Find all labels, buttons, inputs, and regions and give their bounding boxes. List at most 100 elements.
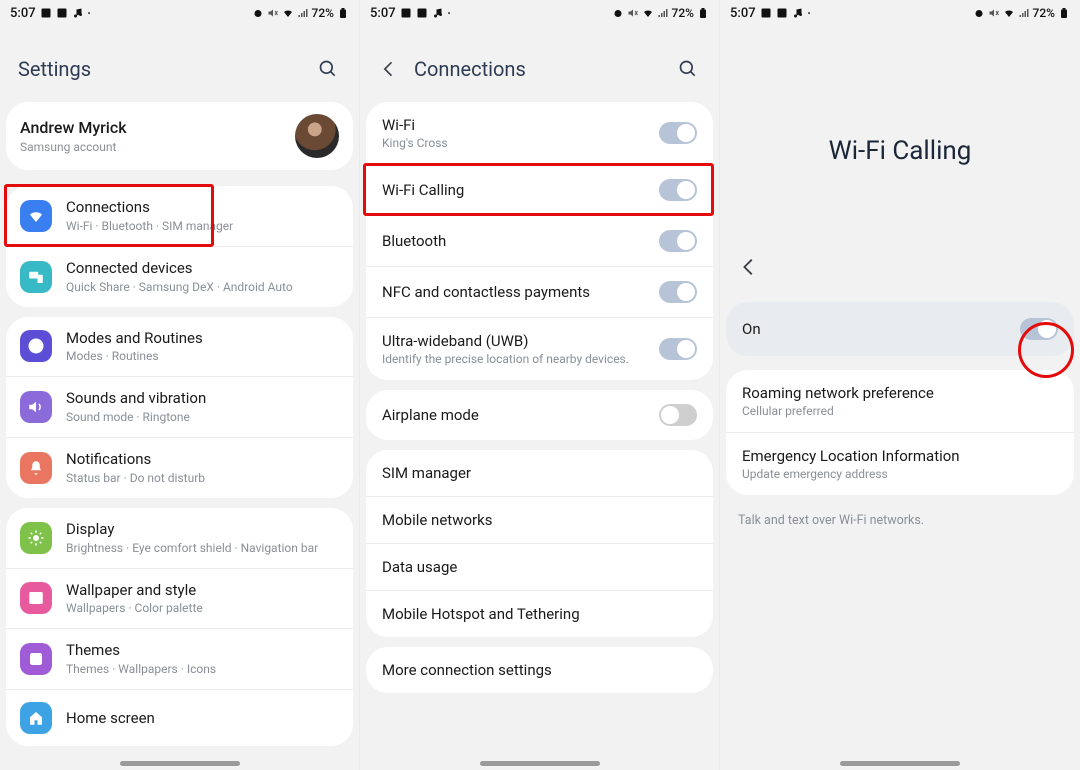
row-label: Ultra-wideband (UWB): [382, 332, 649, 350]
status-bar: 5:07 • 72%: [360, 0, 719, 26]
status-time: 5:07: [370, 6, 396, 21]
conn-row-sim[interactable]: SIM manager: [366, 450, 713, 497]
signal-icon: [657, 7, 669, 19]
music-icon: [72, 7, 84, 19]
gesture-handle[interactable]: [840, 761, 960, 766]
row-label: Home screen: [66, 709, 339, 728]
row-label: NFC and contactless payments: [382, 283, 649, 301]
bell-icon: [20, 452, 52, 484]
status-battery: 72%: [672, 6, 694, 20]
sound-icon: [20, 391, 52, 423]
settings-row-modes[interactable]: Modes and RoutinesModes · Routines: [6, 317, 353, 378]
toggle-wificall[interactable]: [659, 179, 697, 201]
conn-row-bt[interactable]: Bluetooth: [366, 216, 713, 267]
toggle-nfc[interactable]: [659, 281, 697, 303]
search-icon: [318, 59, 338, 79]
toggle-uwb[interactable]: [659, 338, 697, 360]
devices-icon: [20, 261, 52, 293]
back-button[interactable]: [378, 58, 400, 80]
image-icon: [400, 7, 412, 19]
image-icon: [760, 7, 772, 19]
panel-wificalling: 5:07 • 72% Wi-Fi Calling On: [720, 0, 1080, 770]
row-label: Wi-Fi: [382, 116, 649, 134]
more-dot: •: [808, 9, 811, 18]
music-icon: [792, 7, 804, 19]
row-sub: Wallpapers · Color palette: [66, 601, 339, 616]
more-dot: •: [88, 9, 91, 18]
conn-row-hot[interactable]: Mobile Hotspot and Tethering: [366, 591, 713, 637]
row-sub: Identify the precise location of nearby …: [382, 352, 649, 366]
gesture-handle[interactable]: [120, 761, 240, 766]
search-button[interactable]: [675, 56, 701, 82]
status-battery: 72%: [1033, 6, 1055, 20]
more-dot: •: [448, 9, 451, 18]
panel-connections: 5:07 • 72% Connections: [360, 0, 720, 770]
battery-icon: [1058, 7, 1070, 19]
master-toggle-row[interactable]: On: [726, 302, 1074, 356]
row-label: Modes and Routines: [66, 329, 339, 348]
theme-icon: [20, 643, 52, 675]
account-sub: Samsung account: [20, 140, 281, 155]
row-sub: Brightness · Eye comfort shield · Naviga…: [66, 541, 339, 556]
wifi-icon: [282, 7, 294, 19]
row-label: Display: [66, 520, 339, 539]
wifi-icon: [20, 200, 52, 232]
conn-row-air[interactable]: Airplane mode: [366, 390, 713, 440]
conn-row-wifi[interactable]: Wi-FiKing's Cross: [366, 102, 713, 165]
row-label: SIM manager: [382, 464, 697, 482]
panel-settings: 5:07 • 72% Settings: [0, 0, 360, 770]
row-label: Wi-Fi Calling: [382, 181, 649, 199]
conn-row-uwb[interactable]: Ultra-wideband (UWB) Identify the precise…: [366, 318, 713, 380]
status-bar: 5:07 • 72%: [720, 0, 1080, 26]
image-icon: [20, 582, 52, 614]
conn-row-mob[interactable]: Mobile networks: [366, 497, 713, 544]
wc-row-roam[interactable]: Roaming network preference Cellular prefe…: [726, 370, 1074, 433]
page-title: Settings: [18, 57, 301, 81]
toggle-air[interactable]: [659, 404, 697, 426]
home-icon: [20, 702, 52, 734]
row-sub: Sound mode · Ringtone: [66, 410, 339, 425]
settings-row-sound[interactable]: Sounds and vibration Sound mode · Rington…: [6, 377, 353, 438]
settings-row-connections[interactable]: ConnectionsWi-Fi · Bluetooth · SIM manag…: [6, 186, 353, 247]
row-sub: Modes · Routines: [66, 349, 339, 364]
settings-row-home[interactable]: Home screen: [6, 690, 353, 746]
signal-icon: [297, 7, 309, 19]
battery-icon: [337, 7, 349, 19]
alarm-icon: [612, 7, 624, 19]
wc-row-emerg[interactable]: Emergency Location InformationUpdate eme…: [726, 433, 1074, 495]
back-button[interactable]: [738, 256, 760, 278]
settings-row-wall[interactable]: Wallpaper and styleWallpapers · Color pa…: [6, 569, 353, 630]
row-sub: Cellular preferred: [742, 404, 1058, 418]
row-label: Themes: [66, 641, 339, 660]
toggle-bt[interactable]: [659, 230, 697, 252]
row-sub: Wi-Fi · Bluetooth · SIM manager: [66, 219, 339, 234]
settings-row-connected[interactable]: Connected devicesQuick Share · Samsung D…: [6, 247, 353, 307]
image-icon: [40, 7, 52, 19]
conn-row-data[interactable]: Data usage: [366, 544, 713, 591]
gesture-handle[interactable]: [480, 761, 600, 766]
conn-row-nfc[interactable]: NFC and contactless payments: [366, 267, 713, 318]
row-label: Roaming network preference: [742, 384, 1058, 402]
master-toggle[interactable]: [1020, 318, 1058, 340]
row-sub: Status bar · Do not disturb: [66, 471, 339, 486]
account-card[interactable]: Andrew Myrick Samsung account: [6, 102, 353, 170]
row-label: Wallpaper and style: [66, 581, 339, 600]
settings-row-notif[interactable]: NotificationsStatus bar · Do not disturb: [6, 438, 353, 498]
search-button[interactable]: [315, 56, 341, 82]
row-label: More connection settings: [382, 661, 697, 679]
account-name: Andrew Myrick: [20, 118, 281, 138]
signal-icon: [1018, 7, 1030, 19]
settings-row-display[interactable]: Display Brightness · Eye comfort shield ·…: [6, 508, 353, 569]
row-label: Airplane mode: [382, 406, 649, 424]
check-icon: [20, 330, 52, 362]
row-label: Mobile networks: [382, 511, 697, 529]
avatar[interactable]: [295, 114, 339, 158]
image-icon: [56, 7, 68, 19]
conn-row-wificall[interactable]: Wi-Fi Calling: [366, 165, 713, 216]
toggle-wifi[interactable]: [659, 122, 697, 144]
image-icon: [416, 7, 428, 19]
settings-row-themes[interactable]: ThemesThemes · Wallpapers · Icons: [6, 629, 353, 690]
row-sub: Update emergency address: [742, 467, 1058, 481]
row-label: Sounds and vibration: [66, 389, 339, 408]
conn-row-more[interactable]: More connection settings: [366, 647, 713, 693]
